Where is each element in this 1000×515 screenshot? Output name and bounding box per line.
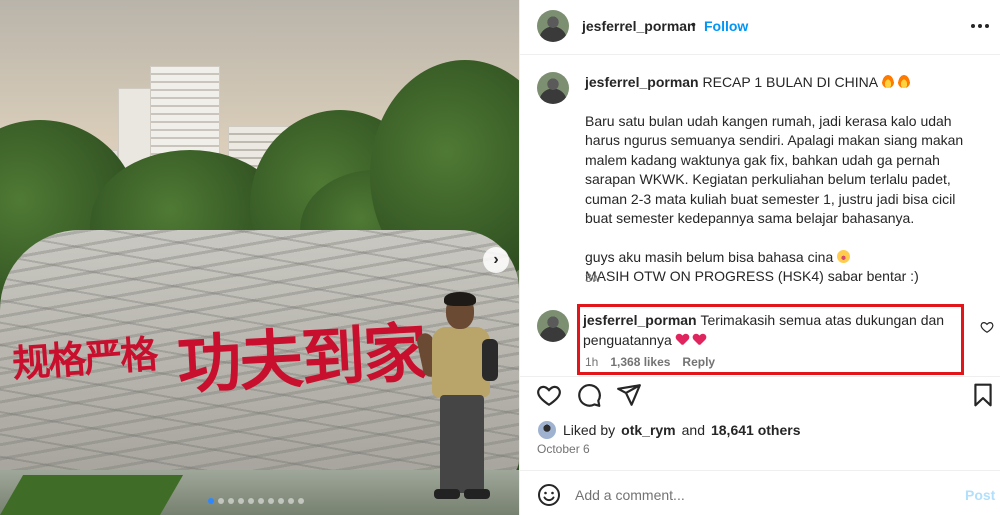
comment-input[interactable] (575, 485, 945, 505)
post-header: jesferrel_porman • Follow (520, 0, 1000, 55)
person-hair (444, 292, 476, 306)
post-caption: jesferrel_porman RECAP 1 BULAN DI CHINA … (585, 73, 965, 287)
heart-outline-icon[interactable] (980, 320, 994, 334)
carousel-dot (238, 498, 244, 504)
add-comment-bar: Post (520, 470, 1000, 515)
likes-user[interactable]: otk_rym (621, 422, 675, 438)
carousel-dot (208, 498, 214, 504)
avatar[interactable] (537, 10, 569, 42)
caption-avatar[interactable] (537, 72, 569, 104)
caption-line: MASIH OTW ON PROGRESS (HSK4) sabar benta… (585, 268, 919, 284)
likes-prefix: Liked by (563, 422, 616, 438)
carousel-dot (288, 498, 294, 504)
caption-title: RECAP 1 BULAN DI CHINA (702, 74, 879, 90)
post-date[interactable]: October 6 (537, 442, 590, 456)
caption-time[interactable]: 3w (585, 271, 600, 285)
comment-reply-button[interactable]: Reply (682, 355, 715, 369)
share-icon[interactable] (616, 382, 642, 408)
likes-joiner: and (681, 422, 705, 438)
carousel-dot (218, 498, 224, 504)
heart-icon[interactable] (536, 382, 562, 408)
carousel-dot (228, 498, 234, 504)
comment-time[interactable]: 1h (585, 355, 598, 369)
red-heart-emoji-icon (676, 334, 689, 346)
comment-icon[interactable] (576, 382, 602, 408)
post-comment-button[interactable]: Post (965, 487, 995, 503)
carousel-next-button[interactable]: › (483, 247, 509, 273)
header-username[interactable]: jesferrel_porman (582, 18, 696, 34)
follow-button[interactable]: Follow (704, 18, 748, 34)
comment-likes[interactable]: 1,368 likes (610, 355, 670, 369)
post-actions (520, 376, 1000, 410)
fire-emoji-icon (897, 75, 910, 88)
caption-line: guys aku masih belum bisa bahasa cina (585, 248, 834, 265)
person-shoe (464, 489, 490, 499)
carousel-dot (268, 498, 274, 504)
person-backpack (482, 339, 498, 381)
more-horizontal-icon[interactable] (971, 24, 989, 28)
crying-emoji-icon (837, 249, 851, 263)
bookmark-icon[interactable] (970, 382, 996, 408)
carousel-dot (278, 498, 284, 504)
person-pants (440, 395, 484, 493)
photo-person (415, 292, 508, 505)
likes-others[interactable]: 18,641 others (711, 422, 801, 438)
emoji-smile-icon[interactable] (537, 483, 561, 507)
carousel-dots (208, 498, 304, 504)
inscription-small: 规格严格 (10, 331, 158, 386)
carousel-dot (248, 498, 254, 504)
fire-emoji-icon (881, 75, 894, 88)
comment-username[interactable]: jesferrel_porman (583, 312, 697, 328)
header-separator: • (691, 16, 696, 32)
red-heart-emoji-icon (693, 334, 706, 346)
photo-inscription: 规格严格 功夫到家 (10, 300, 432, 410)
carousel-dot (258, 498, 264, 504)
likes-summary: Liked by otk_rym and 18,641 others (537, 418, 800, 442)
person-shoe (434, 489, 460, 499)
caption-username[interactable]: jesferrel_porman (585, 74, 699, 90)
post-panel: jesferrel_porman • Follow jesferrel_porm… (519, 0, 1000, 515)
post-photo[interactable]: 规格严格 功夫到家 › (0, 0, 519, 515)
comment-text: jesferrel_porman Terimakasih semua atas … (583, 311, 953, 350)
carousel-dot (298, 498, 304, 504)
inscription-big: 功夫到家 (175, 315, 428, 404)
caption-paragraph: Baru satu bulan udah kangen rumah, jadi … (585, 112, 964, 227)
comment-avatar[interactable] (537, 310, 569, 342)
avatar[interactable] (537, 420, 557, 440)
photo-grass (0, 475, 184, 515)
comment-meta: 1h 1,368 likes Reply (585, 355, 715, 369)
chevron-right-icon: › (493, 251, 499, 268)
